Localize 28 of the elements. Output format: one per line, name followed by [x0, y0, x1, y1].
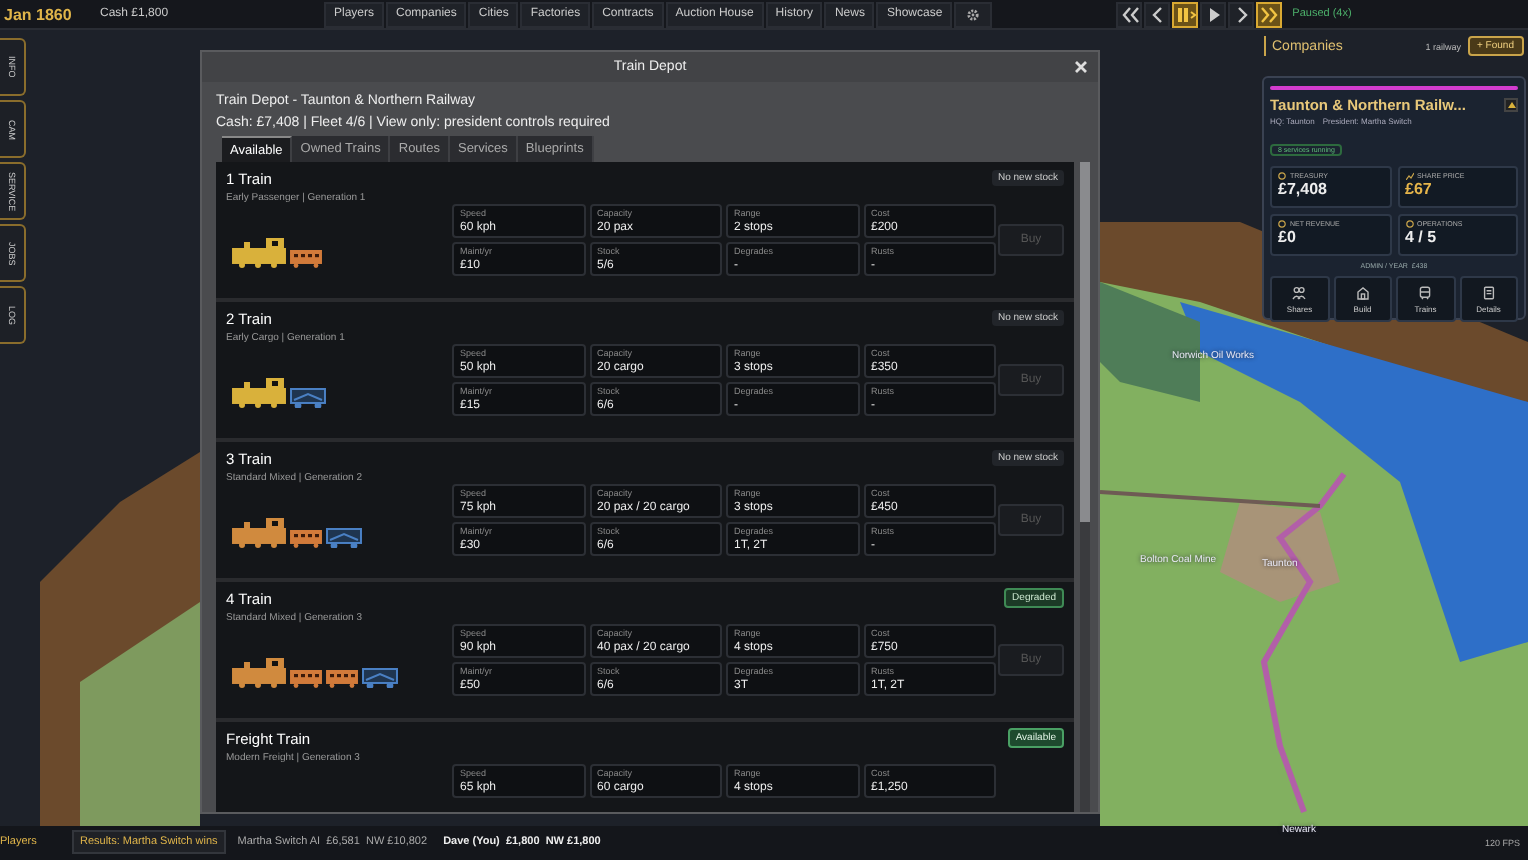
people-icon [1292, 285, 1307, 299]
pause-icon [1175, 5, 1196, 23]
rewind-button[interactable] [1116, 1, 1143, 27]
chevron-left-icon [1147, 5, 1168, 23]
double-chevron-right-icon [1259, 5, 1280, 23]
settings-icon [966, 7, 981, 21]
collapse-button[interactable] [1504, 98, 1518, 112]
caret-icon [1507, 102, 1515, 108]
document-icon [1481, 285, 1496, 299]
pause-button[interactable] [1172, 1, 1199, 27]
fast-button[interactable] [1256, 1, 1283, 27]
game-date: Jan 1860 [4, 5, 74, 23]
stat-value: 4 / 5 [1405, 228, 1439, 246]
stat-value: £7,408 [1278, 180, 1329, 198]
stat-value: £67 [1405, 180, 1434, 198]
train-icon [1418, 285, 1433, 299]
stat-value: £0 [1278, 228, 1298, 246]
settings-button[interactable] [954, 1, 993, 27]
back-button[interactable] [1144, 1, 1171, 27]
double-chevron-left-icon [1119, 5, 1140, 23]
coin-icon [1278, 220, 1286, 228]
coin-icon [1405, 220, 1413, 228]
forward-button[interactable] [1228, 1, 1255, 27]
play-button[interactable] [1200, 1, 1227, 27]
coin-icon [1278, 172, 1286, 180]
building-icon [1355, 285, 1370, 299]
chart-icon [1405, 172, 1413, 180]
close-icon[interactable] [1074, 60, 1088, 74]
